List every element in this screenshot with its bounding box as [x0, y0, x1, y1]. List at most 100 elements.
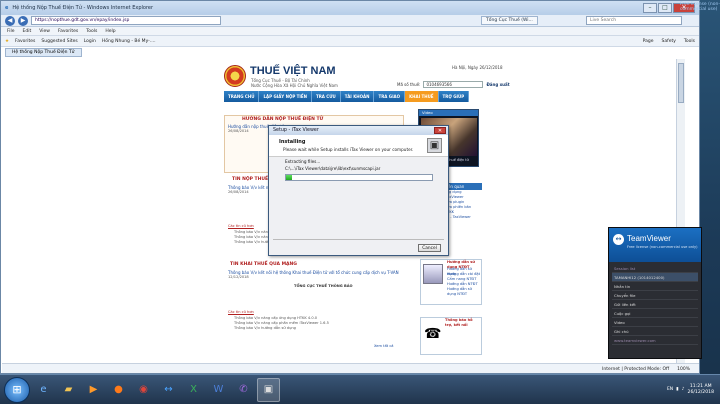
- minimize-button[interactable]: –: [643, 3, 657, 13]
- clock-time: 11:21 AM: [689, 383, 712, 389]
- taskbar-viber-icon[interactable]: ✆: [232, 378, 255, 402]
- teamviewer-header: ↔ TeamViewer Free license (non-commercia…: [609, 228, 701, 262]
- tv-row-link[interactable]: Gửi liên kết: [612, 300, 698, 309]
- taskbar-word-icon[interactable]: W: [207, 378, 230, 402]
- teamviewer-brand: TeamViewer: [627, 234, 671, 243]
- tax-emblem-logo: [224, 65, 246, 87]
- teamviewer-subtitle: Free license (non-commercial use only): [627, 245, 698, 249]
- tools-menu[interactable]: Tools: [684, 39, 695, 44]
- guide-item-5[interactable]: Hướng dẫn sử dụng NTĐT: [443, 287, 481, 297]
- maximize-button[interactable]: □: [658, 3, 672, 13]
- logout-link[interactable]: Đăng xuất: [486, 82, 509, 87]
- menu-tools[interactable]: Tools: [86, 29, 97, 34]
- nav-lap-giay-nop-tien[interactable]: LẬP GIẤY NỘP TIỀN: [259, 91, 312, 102]
- extracting-label: Extracting files...: [285, 159, 321, 164]
- cancel-button[interactable]: Cancel: [418, 244, 441, 252]
- tax-code-row: Mã số thuế: 0104693566 Đăng xuất: [397, 81, 510, 88]
- nav-tro-giup[interactable]: TRỢ GIÚP: [439, 91, 470, 102]
- nav-tra-giao[interactable]: TRA GIAO: [374, 91, 406, 102]
- nav-tai-khoan[interactable]: TÀI KHOẢN: [341, 91, 375, 102]
- extracting-path: C:\...\iTax Viewer\data\jre\lib\ext\sunm…: [285, 166, 381, 171]
- suggested-sites-link[interactable]: Suggested Sites: [41, 39, 77, 44]
- page-tab-row: Hệ thống Nộp Thuế Điện Tử: [1, 47, 699, 57]
- language-indicator[interactable]: EN: [667, 387, 673, 392]
- status-bar: Internet | Protected Mode: Off 100%: [2, 363, 699, 373]
- teamviewer-panel: ↔ TeamViewer Free license (non-commercia…: [608, 227, 702, 359]
- favorites-button[interactable]: Favorites: [15, 39, 35, 44]
- taskbar-setup-icon[interactable]: ▣: [257, 377, 280, 402]
- tv-session-item[interactable]: TAMANHI12 (1014012400): [612, 273, 698, 282]
- taskbar-chrome-icon[interactable]: ◉: [132, 378, 155, 402]
- taskbar-excel-icon[interactable]: X: [182, 378, 205, 402]
- taskbar: ⊞ e ▰ ▶ ● ◉ ↔ X W ✆ ▣ EN ▮ ♪ 11:21 AM 26…: [0, 374, 720, 404]
- window-title: Hệ thống Nộp Thuế Điện Tử - Windows Inte…: [12, 5, 154, 11]
- address-input[interactable]: https://nopthue.gdt.gov.vn/epay/index.js…: [31, 16, 221, 25]
- site-brand: THUẾ VIỆT NAM: [250, 65, 336, 77]
- background-link[interactable]: Free license (non-commercial use): [680, 2, 720, 12]
- nav-trang-chu[interactable]: TRANG CHỦ: [224, 91, 260, 102]
- clock[interactable]: 11:21 AM 26/12/2018: [688, 384, 714, 396]
- tab-tong-cuc-thue[interactable]: Tổng Cục Thuế (Wi...: [481, 16, 538, 25]
- declare-link[interactable]: Thông báo V/v kết nối hệ thống Khai thuế…: [228, 270, 399, 275]
- taskbar-ie-icon[interactable]: e: [32, 378, 55, 402]
- tv-row-video[interactable]: Video: [612, 318, 698, 327]
- manual-book-icon: [423, 264, 443, 284]
- notice-date: 26/08/2014: [228, 190, 249, 194]
- nav-khai-thue[interactable]: KHAI THUẾ: [405, 91, 439, 102]
- phone-icon: ☎: [424, 326, 442, 342]
- login-link[interactable]: Login: [84, 39, 96, 44]
- start-button[interactable]: ⊞: [4, 376, 30, 403]
- older-declare-head[interactable]: Các tin cũ hơn: [228, 310, 254, 315]
- tv-footer[interactable]: www.teamviewer.com: [612, 336, 698, 345]
- page-tab[interactable]: Hệ thống Nộp Thuế Điện Tử: [5, 47, 82, 57]
- older-declare-item-1[interactable]: Thông báo V/v nâng cấp ứng dụng HTKK 4.0…: [234, 316, 317, 321]
- older-declare-item-3[interactable]: Thông báo V/v hướng dẫn sử dụng: [234, 326, 296, 331]
- menu-file[interactable]: File: [7, 29, 15, 34]
- safety-menu[interactable]: Safety: [662, 39, 676, 44]
- favorites-bar: ★ Favorites Suggested Sites Login Hồng N…: [1, 36, 699, 47]
- menu-edit[interactable]: Edit: [23, 29, 32, 34]
- installer-icon: ▣: [427, 138, 442, 153]
- menu-favorites[interactable]: Favorites: [58, 29, 78, 34]
- older-news-head[interactable]: Các tin cũ hơn: [228, 224, 254, 229]
- older-declare-item-2[interactable]: Thông báo V/v nâng cấp phần mềm iTaxView…: [234, 321, 329, 326]
- teamviewer-body: Session list TAMANHI12 (1014012400) Nhắn…: [609, 262, 701, 347]
- clock-date: 26/12/2018: [687, 389, 714, 395]
- status-zone: Internet | Protected Mode: Off: [602, 366, 670, 372]
- taskbar-folder-icon[interactable]: ▰: [57, 378, 80, 402]
- setup-close-button[interactable]: ✕: [434, 127, 446, 134]
- taskbar-firefox-icon[interactable]: ●: [107, 378, 130, 402]
- tv-row-file[interactable]: Chuyển file: [612, 291, 698, 300]
- tv-row-notes[interactable]: Ghi chú: [612, 327, 698, 336]
- taskbar-media-icon[interactable]: ▶: [82, 378, 105, 402]
- tv-row-chat[interactable]: Nhắn tin: [612, 282, 698, 291]
- hong-nhung-link[interactable]: Hồng Nhung - Bé My-....: [102, 39, 156, 44]
- teamviewer-logo-icon: ↔: [613, 234, 624, 245]
- site-nav: TRANG CHỦ LẬP GIẤY NỘP TIỀN TRA CỨU TÀI …: [224, 91, 470, 102]
- menu-help[interactable]: Help: [105, 29, 115, 34]
- live-search-input[interactable]: Live Search: [586, 16, 682, 25]
- progress-fill: [286, 175, 292, 180]
- setup-header: Installing Please wait while Setup insta…: [269, 135, 448, 157]
- ie-title-bar[interactable]: e Hệ thống Nộp Thuế Điện Tử - Windows In…: [1, 1, 699, 15]
- menu-view[interactable]: View: [39, 29, 50, 34]
- tv-row-call[interactable]: Cuộc gọi: [612, 309, 698, 318]
- page-menu[interactable]: Page: [643, 39, 654, 44]
- volume-icon[interactable]: ♪: [682, 387, 685, 392]
- tax-code-label: Mã số thuế:: [397, 82, 421, 87]
- tv-session-list[interactable]: Session list: [612, 264, 698, 273]
- menu-bar: File Edit View Favorites Tools Help: [1, 27, 699, 36]
- declare-section-title: TIN KHAI THUẾ QUA MẠNG: [230, 262, 297, 267]
- zoom-level[interactable]: 100%: [677, 367, 690, 372]
- setup-subheading: Please wait while Setup installs iTax Vi…: [283, 147, 414, 152]
- see-all-link-2[interactable]: Xem tất cả: [374, 344, 394, 349]
- back-icon[interactable]: ◀: [5, 15, 15, 26]
- scrollbar-thumb[interactable]: [678, 63, 684, 103]
- setup-title-bar[interactable]: Setup - iTax Viewer ✕: [269, 126, 448, 135]
- taskbar-teamviewer-icon[interactable]: ↔: [157, 378, 180, 402]
- header-date: Hà Nội, Ngày 26/12/2018: [452, 65, 503, 70]
- nav-tra-cuu[interactable]: TRA CỨU: [312, 91, 341, 102]
- network-icon[interactable]: ▮: [676, 387, 678, 392]
- forward-icon[interactable]: ▶: [18, 15, 28, 26]
- dialog-separator: [273, 239, 444, 240]
